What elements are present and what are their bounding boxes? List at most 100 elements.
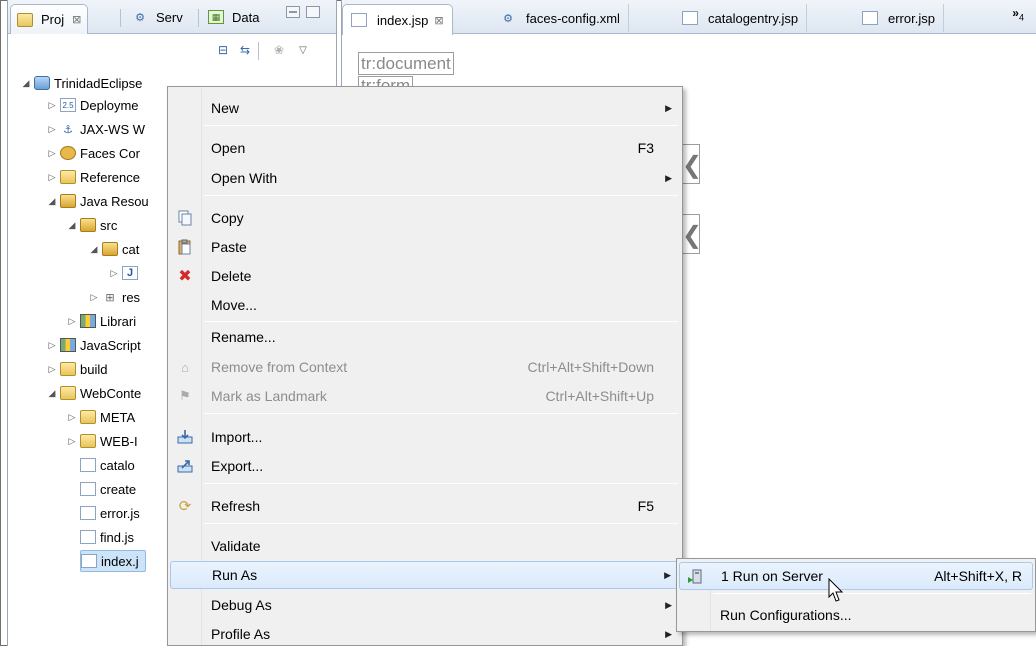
jsp-file-icon bbox=[682, 11, 698, 25]
menu-item-label: Open With bbox=[211, 170, 278, 186]
close-tab-icon[interactable]: ⊠ bbox=[72, 13, 81, 26]
paste-icon bbox=[176, 239, 194, 255]
menu-item-label: 1 Run on Server bbox=[721, 568, 823, 584]
tab-data-source[interactable]: ▦ Data bbox=[202, 4, 265, 30]
editor-tab-error-jsp[interactable]: error.jsp bbox=[854, 4, 944, 32]
folder-icon bbox=[60, 170, 76, 184]
expand-twisty-icon[interactable]: ▷ bbox=[46, 100, 58, 111]
expand-twisty-icon[interactable]: ▷ bbox=[46, 124, 58, 135]
menu-item-open-with[interactable]: Open With ▶ bbox=[170, 164, 680, 192]
submenu-arrow-icon: ▶ bbox=[665, 172, 672, 183]
tr-document-tag[interactable]: tr:document bbox=[358, 52, 454, 75]
tree-node[interactable]: ▷ J bbox=[108, 262, 142, 284]
menu-item-rename[interactable]: Rename... bbox=[170, 323, 680, 351]
tree-node[interactable]: ▷ Librari bbox=[66, 310, 137, 332]
overflow-count: 4 bbox=[1018, 12, 1024, 23]
package-icon bbox=[102, 242, 118, 256]
data-source-icon: ▦ bbox=[208, 10, 224, 24]
link-with-editor-icon[interactable]: ⇆ bbox=[236, 42, 254, 58]
tree-node[interactable]: ◢ src bbox=[66, 214, 118, 236]
tree-node-label: Reference bbox=[80, 169, 140, 185]
menu-item-paste[interactable]: Paste bbox=[170, 233, 680, 261]
editor-tab-label: faces-config.xml bbox=[526, 10, 620, 26]
web-project-icon bbox=[34, 76, 50, 90]
menu-item-delete[interactable]: ✖ Delete bbox=[170, 262, 680, 290]
editor-tab-index-jsp[interactable]: index.jsp ⊠ bbox=[342, 4, 453, 35]
tree-node-project[interactable]: ◢ TrinidadEclipse bbox=[20, 72, 143, 94]
menu-item-label: Import... bbox=[211, 429, 263, 445]
editor-tab-faces-config[interactable]: ⚙ faces-config.xml bbox=[492, 4, 629, 32]
source-folder-icon bbox=[80, 218, 96, 232]
landmark-icon: ⚑ bbox=[179, 388, 191, 403]
tab-project-explorer[interactable]: Proj ⊠ bbox=[10, 4, 89, 34]
tree-node[interactable]: ▷ Reference bbox=[46, 166, 140, 188]
tree-node[interactable]: ▷ JavaScript bbox=[46, 334, 141, 356]
servers-icon: ⚙ bbox=[135, 11, 145, 24]
tree-node[interactable]: ▷ 2.5 Deployme bbox=[46, 94, 139, 116]
expand-twisty-icon[interactable]: ◢ bbox=[46, 196, 58, 207]
tree-node[interactable]: find.js bbox=[80, 526, 134, 548]
close-tab-icon[interactable]: ⊠ bbox=[434, 14, 443, 27]
menu-item-validate[interactable]: Validate bbox=[170, 532, 680, 560]
expand-twisty-icon[interactable]: ▷ bbox=[66, 436, 78, 447]
menu-item-move[interactable]: Move... bbox=[170, 291, 680, 319]
tab-servers[interactable]: ⚙ Serv bbox=[126, 4, 189, 30]
expand-twisty-icon[interactable]: ▷ bbox=[66, 316, 78, 327]
expand-twisty-icon[interactable]: ◢ bbox=[66, 220, 78, 231]
expand-twisty-icon[interactable]: ▷ bbox=[88, 292, 100, 303]
tree-node[interactable]: create bbox=[80, 478, 136, 500]
tree-node[interactable]: ▷ ⊞ res bbox=[88, 286, 141, 308]
filter-icon[interactable]: ❀ bbox=[270, 42, 288, 58]
tree-node-label: create bbox=[100, 481, 137, 497]
tree-node[interactable]: catalo bbox=[80, 454, 135, 476]
menu-item-profile-as[interactable]: Profile As ▶ bbox=[170, 620, 680, 646]
editor-tab-catalogentry[interactable]: catalogentry.jsp bbox=[674, 4, 808, 32]
menu-item-run-configurations[interactable]: Run Configurations... bbox=[679, 601, 1033, 629]
menu-item-run-on-server[interactable]: 1 Run on Server Alt+Shift+X, R bbox=[679, 562, 1033, 590]
tree-node[interactable]: ▷ WEB-I bbox=[66, 430, 138, 452]
tab-overflow-button[interactable]: »4 bbox=[1012, 6, 1024, 22]
menu-item-export[interactable]: Export... bbox=[170, 452, 680, 480]
menu-item-open[interactable]: Open F3 bbox=[170, 134, 680, 162]
expand-twisty-icon[interactable]: ▷ bbox=[46, 148, 58, 159]
view-menu-chevron-down-icon[interactable]: ▽ bbox=[294, 42, 312, 58]
collapse-all-icon[interactable]: ⊟ bbox=[214, 42, 232, 58]
tree-node[interactable]: ▷ build bbox=[46, 358, 108, 380]
expand-twisty-icon[interactable]: ◢ bbox=[20, 78, 32, 89]
expand-twisty-icon[interactable]: ◢ bbox=[46, 388, 58, 399]
menu-separator bbox=[204, 413, 678, 414]
tree-node[interactable]: ▷ ⚓ JAX-WS W bbox=[46, 118, 145, 140]
menu-item-shortcut: Alt+Shift+X, R bbox=[934, 568, 1022, 584]
expand-twisty-icon[interactable]: ◢ bbox=[88, 244, 100, 255]
menu-item-new[interactable]: New ▶ bbox=[170, 94, 680, 122]
menu-item-copy[interactable]: Copy bbox=[170, 204, 680, 232]
menu-item-debug-as[interactable]: Debug As ▶ bbox=[170, 591, 680, 619]
libraries-icon bbox=[80, 314, 96, 328]
tree-node-selected[interactable]: index.j bbox=[80, 550, 146, 572]
tree-node[interactable]: ▷ Faces Cor bbox=[46, 142, 140, 164]
expand-twisty-icon[interactable]: ▷ bbox=[46, 172, 58, 183]
menu-item-shortcut: F5 bbox=[637, 498, 654, 514]
menu-item-import[interactable]: Import... bbox=[170, 423, 680, 451]
tree-node-label: JavaScript bbox=[80, 337, 141, 353]
menu-separator bbox=[204, 125, 678, 126]
expand-twisty-icon[interactable]: ▷ bbox=[108, 268, 120, 279]
tree-node[interactable]: error.js bbox=[80, 502, 140, 524]
expand-twisty-icon[interactable]: ▷ bbox=[66, 412, 78, 423]
tree-node[interactable]: ▷ META bbox=[66, 406, 136, 428]
menu-separator bbox=[204, 195, 678, 196]
menu-item-label: Move... bbox=[211, 297, 257, 313]
menu-item-label: Open bbox=[211, 140, 246, 156]
minimize-button[interactable] bbox=[286, 6, 300, 18]
tree-node[interactable]: ◢ WebConte bbox=[46, 382, 142, 404]
tree-node[interactable]: ◢ Java Resou bbox=[46, 190, 149, 212]
expand-twisty-icon[interactable]: ▷ bbox=[46, 340, 58, 351]
menu-item-refresh[interactable]: ⟳ Refresh F5 bbox=[170, 492, 680, 520]
view-tab-bar: Proj ⊠ ⚙ Serv ▦ Data bbox=[8, 0, 336, 34]
tree-node[interactable]: ◢ cat bbox=[88, 238, 140, 260]
menu-item-label: Run As bbox=[212, 567, 258, 583]
java-file-icon: J bbox=[122, 266, 138, 280]
menu-item-run-as[interactable]: Run As ▶ bbox=[170, 561, 680, 589]
maximize-button[interactable] bbox=[306, 6, 320, 18]
expand-twisty-icon[interactable]: ▷ bbox=[46, 364, 58, 375]
